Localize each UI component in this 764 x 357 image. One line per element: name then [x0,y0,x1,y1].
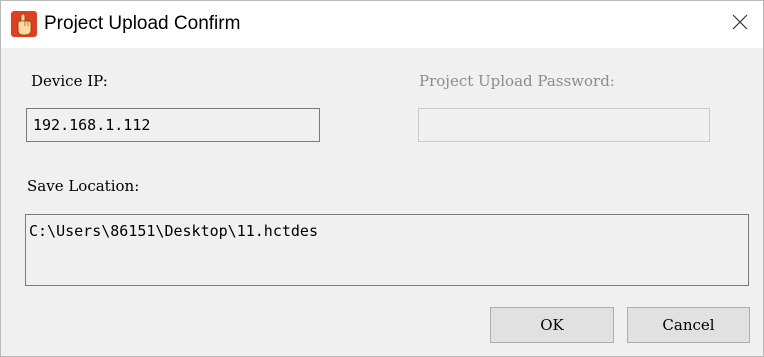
hand-pointer-icon [10,10,38,38]
device-ip-label: Device IP: [31,72,108,90]
dialog-title: Project Upload Confirm [44,13,241,34]
close-button[interactable] [717,1,763,48]
device-ip-field[interactable]: 192.168.1.112 [26,108,320,142]
close-icon [732,14,748,35]
title-bar: Project Upload Confirm [1,1,763,48]
ok-button[interactable]: OK [490,307,614,343]
project-upload-password-field [418,108,710,142]
cancel-button[interactable]: Cancel [627,307,750,343]
save-location-label: Save Location: [27,177,140,195]
project-upload-confirm-dialog: Project Upload Confirm Device IP: Projec… [0,0,764,357]
device-ip-value: 192.168.1.112 [33,116,151,134]
save-location-value: C:\Users\86151\Desktop\11.hctdes [29,222,318,240]
save-location-field[interactable]: C:\Users\86151\Desktop\11.hctdes [25,214,749,286]
project-upload-password-label: Project Upload Password: [419,72,615,90]
